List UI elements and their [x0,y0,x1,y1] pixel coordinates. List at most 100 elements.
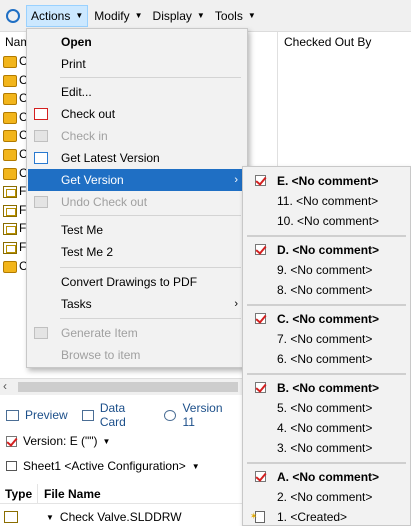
menu-item-check-in: Check in [28,125,246,147]
menu-item-edit[interactable]: Edit... [28,81,246,103]
version-item[interactable]: 1. <Created> [243,506,410,525]
version-header-item[interactable]: C. <No comment> [243,309,410,329]
scroll-left-icon[interactable]: ‹ [3,379,7,393]
drawing-file-icon [4,511,18,523]
preview-icon [6,409,19,421]
version-header-item[interactable]: E. <No comment> [243,171,410,191]
generate-item-icon [34,327,48,339]
configuration-selector[interactable]: Sheet1 <Active Configuration> ▼ [6,459,200,473]
version-item[interactable]: 6. <No comment> [243,349,410,369]
menu-item-open[interactable]: Open [28,31,246,53]
menu-item-convert-drawings-to-pdf[interactable]: Convert Drawings to PDF [28,271,246,293]
menu-item-label: Generate Item [61,326,138,340]
menu-actions[interactable]: Actions ▼ [26,4,89,27]
type-column-header[interactable]: Type [0,483,38,504]
version-item-label: 6. <No comment> [277,352,373,366]
version-item-label: 7. <No comment> [277,332,373,346]
refresh-icon[interactable] [6,8,20,23]
menu-item-label: Undo Check out [61,195,148,209]
menu-item-check-out[interactable]: Check out [28,103,246,125]
new-file-icon [250,506,265,525]
version-header-label: C. <No comment> [277,312,380,326]
menu-display[interactable]: Display ▼ [149,5,209,27]
version-item-label: 3. <No comment> [277,441,373,455]
version-checkmark-icon [255,313,266,324]
menu-separator [60,77,241,78]
version-header-item[interactable]: B. <No comment> [243,378,410,398]
version-item-label: 1. <Created> [277,510,348,524]
menu-item-label: Check in [61,129,108,143]
get-latest-icon [34,152,48,164]
expand-arrow-icon[interactable]: ▼ [46,513,54,522]
references-table-header: Type File Name [0,483,242,504]
scrollbar-thumb[interactable] [18,382,238,392]
menu-item-get-latest-version[interactable]: Get Latest Version [28,147,246,169]
menu-item-print[interactable]: Print [28,53,246,75]
menu-separator [60,318,241,319]
version-item-label: 10. <No comment> [277,214,380,228]
menu-modify[interactable]: Modify ▼ [90,5,146,27]
version-item-label: 4. <No comment> [277,421,373,435]
version-item[interactable]: 4. <No comment> [243,418,410,438]
submenu-arrow-icon: › [234,298,238,310]
version-item[interactable]: 5. <No comment> [243,398,410,418]
actions-menu: Open Print Edit... Check out Check in Get Lat… [26,28,248,368]
menu-item-label: Tasks [61,297,92,311]
assembly-file-icon [3,149,17,161]
menu-actions-label: Actions [31,8,71,23]
version-item[interactable]: 2. <No comment> [243,487,410,507]
sheet-icon [6,461,17,471]
check-in-icon [34,130,48,142]
version-header-item[interactable]: A. <No comment> [243,467,410,487]
menu-item-label: Convert Drawings to PDF [61,275,198,289]
version-item-label: 2. <No comment> [277,490,373,504]
menu-item-generate-item: Generate Item [28,322,246,344]
chevron-down-icon: ▼ [247,11,256,20]
menu-item-label: Open [61,35,92,49]
version-label: Version: E ("") [23,434,98,448]
version-header-label: A. <No comment> [277,470,380,484]
menu-item-test-me-2[interactable]: Test Me 2 [28,241,246,263]
table-row[interactable]: ▼ Check Valve.SLDDRW [0,508,242,526]
chevron-down-icon: ▼ [196,11,205,20]
menu-item-test-me[interactable]: Test Me [28,219,246,241]
version-item[interactable]: 7. <No comment> [243,329,410,349]
menu-item-label: Test Me 2 [61,245,114,259]
version-selector[interactable]: Version: E ("") ▼ [6,434,110,448]
menu-separator [60,215,241,216]
menu-item-undo-check-out: Undo Check out [28,191,246,213]
submenu-separator [247,373,406,375]
tab-version[interactable]: Version 11 [164,401,234,429]
drawing-file-icon [3,186,17,199]
file-name-column-header[interactable]: File Name [38,487,101,501]
version-header-item[interactable]: D. <No comment> [243,240,410,260]
version-item-label: 8. <No comment> [277,283,373,297]
version-item[interactable]: 8. <No comment> [243,280,410,300]
version-item[interactable]: 10. <No comment> [243,211,410,231]
checked-out-by-column-header[interactable]: Checked Out By [279,32,371,52]
submenu-separator [247,235,406,237]
column-divider [277,32,278,166]
version-checkmark-icon [6,435,17,447]
file-name: Check Valve.SLDDRW [59,510,182,524]
menu-item-tasks[interactable]: Tasks › [28,293,246,315]
version-item[interactable]: 9. <No comment> [243,260,410,280]
horizontal-scrollbar[interactable]: ‹ [0,378,242,395]
assembly-file-icon [3,111,17,124]
version-header-label: D. <No comment> [277,243,380,257]
version-item[interactable]: 3. <No comment> [243,438,410,458]
assembly-file-icon [3,74,17,87]
tab-preview[interactable]: Preview [6,408,68,422]
menu-item-get-version[interactable]: Get Version › [28,169,246,191]
tab-version-label: Version 11 [182,401,223,429]
menu-item-label: Get Latest Version [61,151,160,165]
chevron-down-icon: ▼ [75,11,84,20]
menu-separator [60,267,241,268]
tab-data-card[interactable]: Data Card [81,401,151,429]
menu-item-browse-to-item: Browse to item [28,344,246,366]
drawing-file-icon [3,223,17,236]
version-item[interactable]: 11. <No comment> [243,191,410,211]
menu-tools[interactable]: Tools ▼ [211,5,260,27]
preview-tabs: Preview Data Card Version 11 [0,401,242,429]
assembly-file-icon [3,93,17,106]
